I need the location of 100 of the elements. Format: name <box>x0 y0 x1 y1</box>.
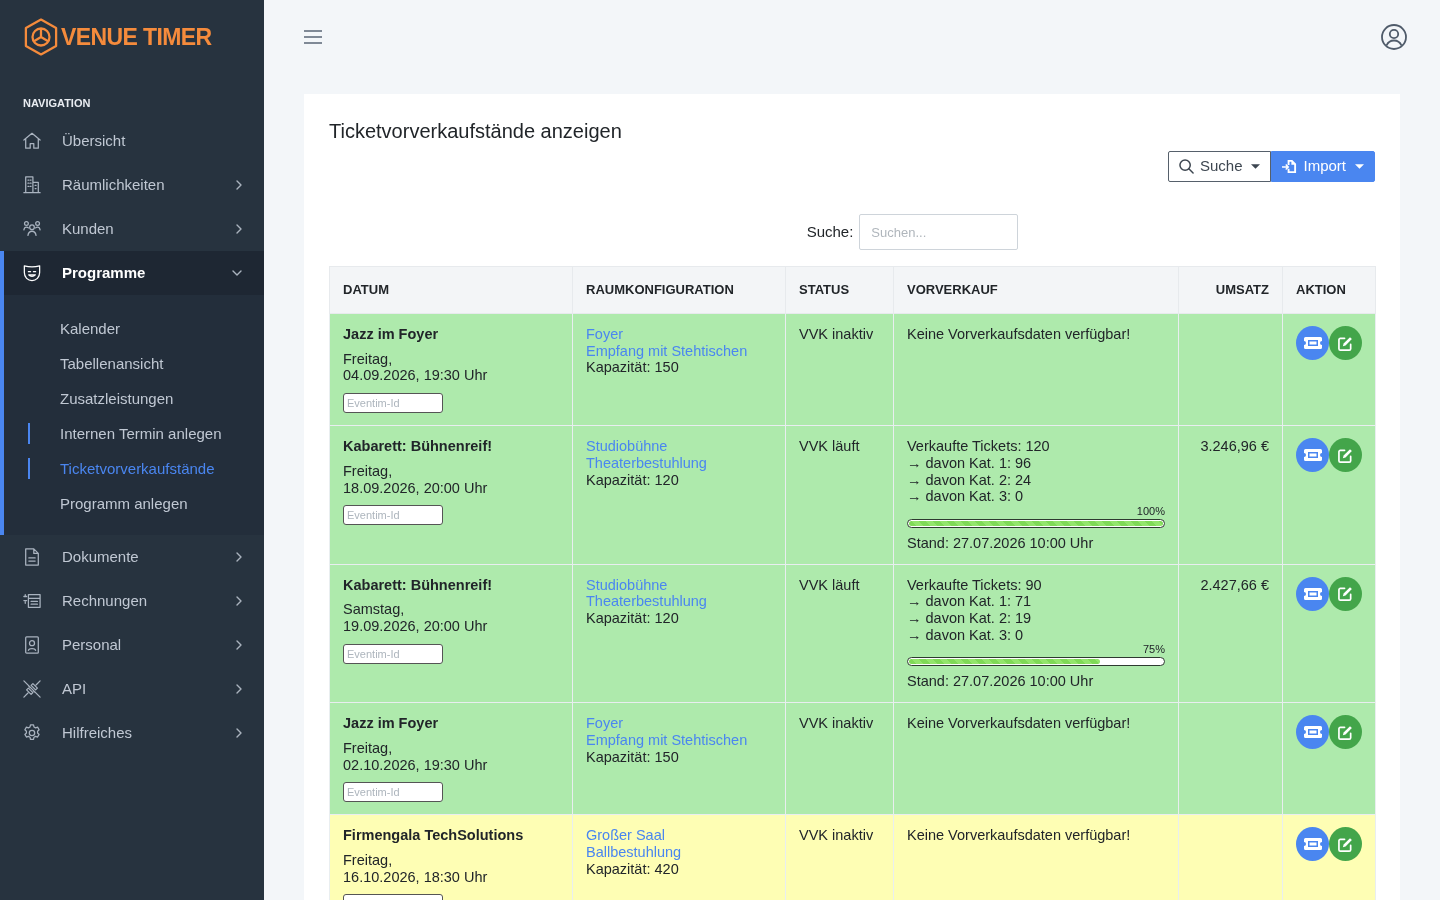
status-text: VVK inaktiv <box>799 326 874 342</box>
document-icon <box>23 548 41 566</box>
eventim-id-field[interactable]: Eventim-Id <box>343 393 443 414</box>
import-dropdown-button[interactable]: Import <box>1271 151 1375 182</box>
category-count-text: → davon Kat. 1: 96 <box>907 454 1033 472</box>
search-icon <box>1178 159 1194 174</box>
submenu-item[interactable]: Kalender <box>28 318 121 339</box>
nav-item[interactable]: Rechnungen <box>0 579 264 623</box>
ticket-icon <box>1303 449 1322 462</box>
category-count-text: → davon Kat. 2: 24 <box>907 471 1033 489</box>
edit-icon <box>1338 586 1353 602</box>
caret-down-icon <box>1355 164 1364 169</box>
submenu-item[interactable]: Tabellenansicht <box>28 353 164 374</box>
event-datetime: 19.09.2026, 20:00 Uhr <box>343 618 489 635</box>
nav-item[interactable]: Personal <box>0 623 264 667</box>
event-title: Jazz im Foyer <box>343 326 440 343</box>
nav-item[interactable]: Dokumente <box>0 535 264 579</box>
event-weekday: Freitag, <box>343 851 394 869</box>
chevron-right-icon <box>236 684 242 694</box>
tickets-sold-text: Verkaufte Tickets: 90 <box>907 576 1043 594</box>
submenu-item[interactable]: Zusatzleistungen <box>28 388 174 409</box>
edit-icon <box>1338 724 1353 740</box>
nav-item[interactable]: API <box>0 667 264 711</box>
nav-heading: NAVIGATION <box>23 96 91 110</box>
ticket-button[interactable] <box>1296 438 1329 473</box>
user-icon <box>1381 24 1407 50</box>
theater-mask-icon <box>23 264 41 282</box>
event-weekday: Samstag, <box>343 601 406 619</box>
menu-icon <box>304 30 322 44</box>
ticket-icon <box>1303 337 1322 349</box>
status-text: VVK läuft <box>799 438 860 455</box>
caret-down-icon <box>1251 164 1261 169</box>
event-datetime: 18.09.2026, 20:00 Uhr <box>343 479 489 497</box>
revenue-amount: 3.246,96 € <box>1200 438 1269 455</box>
search-dropdown-button[interactable]: Suche <box>1167 151 1272 182</box>
edit-icon <box>1338 335 1353 351</box>
page-title: Ticketvorverkaufstände anzeigen <box>329 119 623 144</box>
nav-item[interactable]: Übersicht <box>0 119 264 163</box>
tickets-sold-text: Verkaufte Tickets: 120 <box>907 438 1051 455</box>
eventim-id-field[interactable]: Eventim-Id <box>343 643 443 664</box>
status-text: VVK läuft <box>799 576 860 593</box>
edit-button[interactable] <box>1329 326 1362 360</box>
nav-item[interactable]: Programme <box>0 251 264 295</box>
logo-text: VENUE TIMER <box>61 25 212 49</box>
menu-button[interactable] <box>304 30 322 44</box>
event-title: Firmengala TechSolutions <box>343 827 525 844</box>
edit-button[interactable] <box>1329 715 1362 750</box>
settings-icon <box>23 724 41 742</box>
home-icon <box>23 132 41 150</box>
event-datetime: 02.10.2026, 19:30 Uhr <box>343 756 489 774</box>
capacity-text: Kapazität: 120 <box>586 610 680 627</box>
chevron-right-icon <box>236 596 242 606</box>
event-title: Kabarett: Bühnenreif! <box>343 576 494 594</box>
event-datetime: 04.09.2026, 19:30 Uhr <box>343 367 489 385</box>
event-weekday: Freitag, <box>343 739 394 757</box>
chevron-right-icon <box>236 552 242 562</box>
user-menu-button[interactable] <box>1381 24 1407 50</box>
presale-note: Keine Vorverkaufsdaten verfügbar! <box>907 715 1132 732</box>
event-title: Kabarett: Bühnenreif! <box>343 438 494 455</box>
eventim-id-field[interactable]: Eventim-Id <box>343 505 443 526</box>
progress-percent: 75% <box>1141 644 1165 656</box>
as-of-text: Stand: 27.07.2026 10:00 Uhr <box>907 534 1095 552</box>
column-header: RAUMKONFIGURATION <box>572 266 786 314</box>
event-title: Jazz im Foyer <box>343 715 440 732</box>
nav-item[interactable]: Hilfreiches <box>0 711 264 755</box>
column-header: UMSATZ <box>1178 266 1283 314</box>
column-header: DATUM <box>329 266 573 314</box>
ticket-button[interactable] <box>1296 576 1329 611</box>
chevron-right-icon <box>236 224 242 234</box>
id-badge-icon <box>23 636 41 654</box>
search-field[interactable]: Suchen... <box>859 214 1019 250</box>
edit-button[interactable] <box>1329 438 1362 473</box>
submenu-item[interactable]: Internen Termin anlegen <box>28 423 222 444</box>
chevron-right-icon <box>236 728 242 738</box>
ticket-icon <box>1303 726 1322 739</box>
submenu-item[interactable]: Ticketvorverkaufstände <box>28 458 215 479</box>
people-icon <box>23 220 41 238</box>
capacity-text: Kapazität: 420 <box>586 860 680 878</box>
status-text: VVK inaktiv <box>799 715 874 732</box>
building-icon <box>23 176 41 194</box>
column-header: STATUS <box>785 266 894 314</box>
capacity-text: Kapazität: 150 <box>586 748 680 766</box>
edit-icon <box>1338 836 1353 852</box>
submenu-item[interactable]: Programm anlegen <box>28 493 188 514</box>
edit-button[interactable] <box>1329 827 1362 862</box>
ticket-button[interactable] <box>1296 715 1329 750</box>
ticket-button[interactable] <box>1296 827 1329 862</box>
ticket-button[interactable] <box>1296 326 1329 360</box>
nav-item[interactable]: Kunden <box>0 207 264 251</box>
event-weekday: Freitag, <box>343 462 394 480</box>
chevron-down-icon <box>232 270 242 276</box>
event-weekday: Freitag, <box>343 350 394 368</box>
chevron-right-icon <box>236 180 242 190</box>
category-count-text: → davon Kat. 3: 0 <box>907 626 1025 644</box>
nav-item[interactable]: Räumlichkeiten <box>0 163 264 207</box>
invoice-icon <box>23 592 41 610</box>
eventim-id-field[interactable]: Eventim-Id <box>343 782 443 803</box>
logo-icon <box>24 18 58 56</box>
plug-icon <box>23 680 41 698</box>
edit-button[interactable] <box>1329 576 1362 611</box>
